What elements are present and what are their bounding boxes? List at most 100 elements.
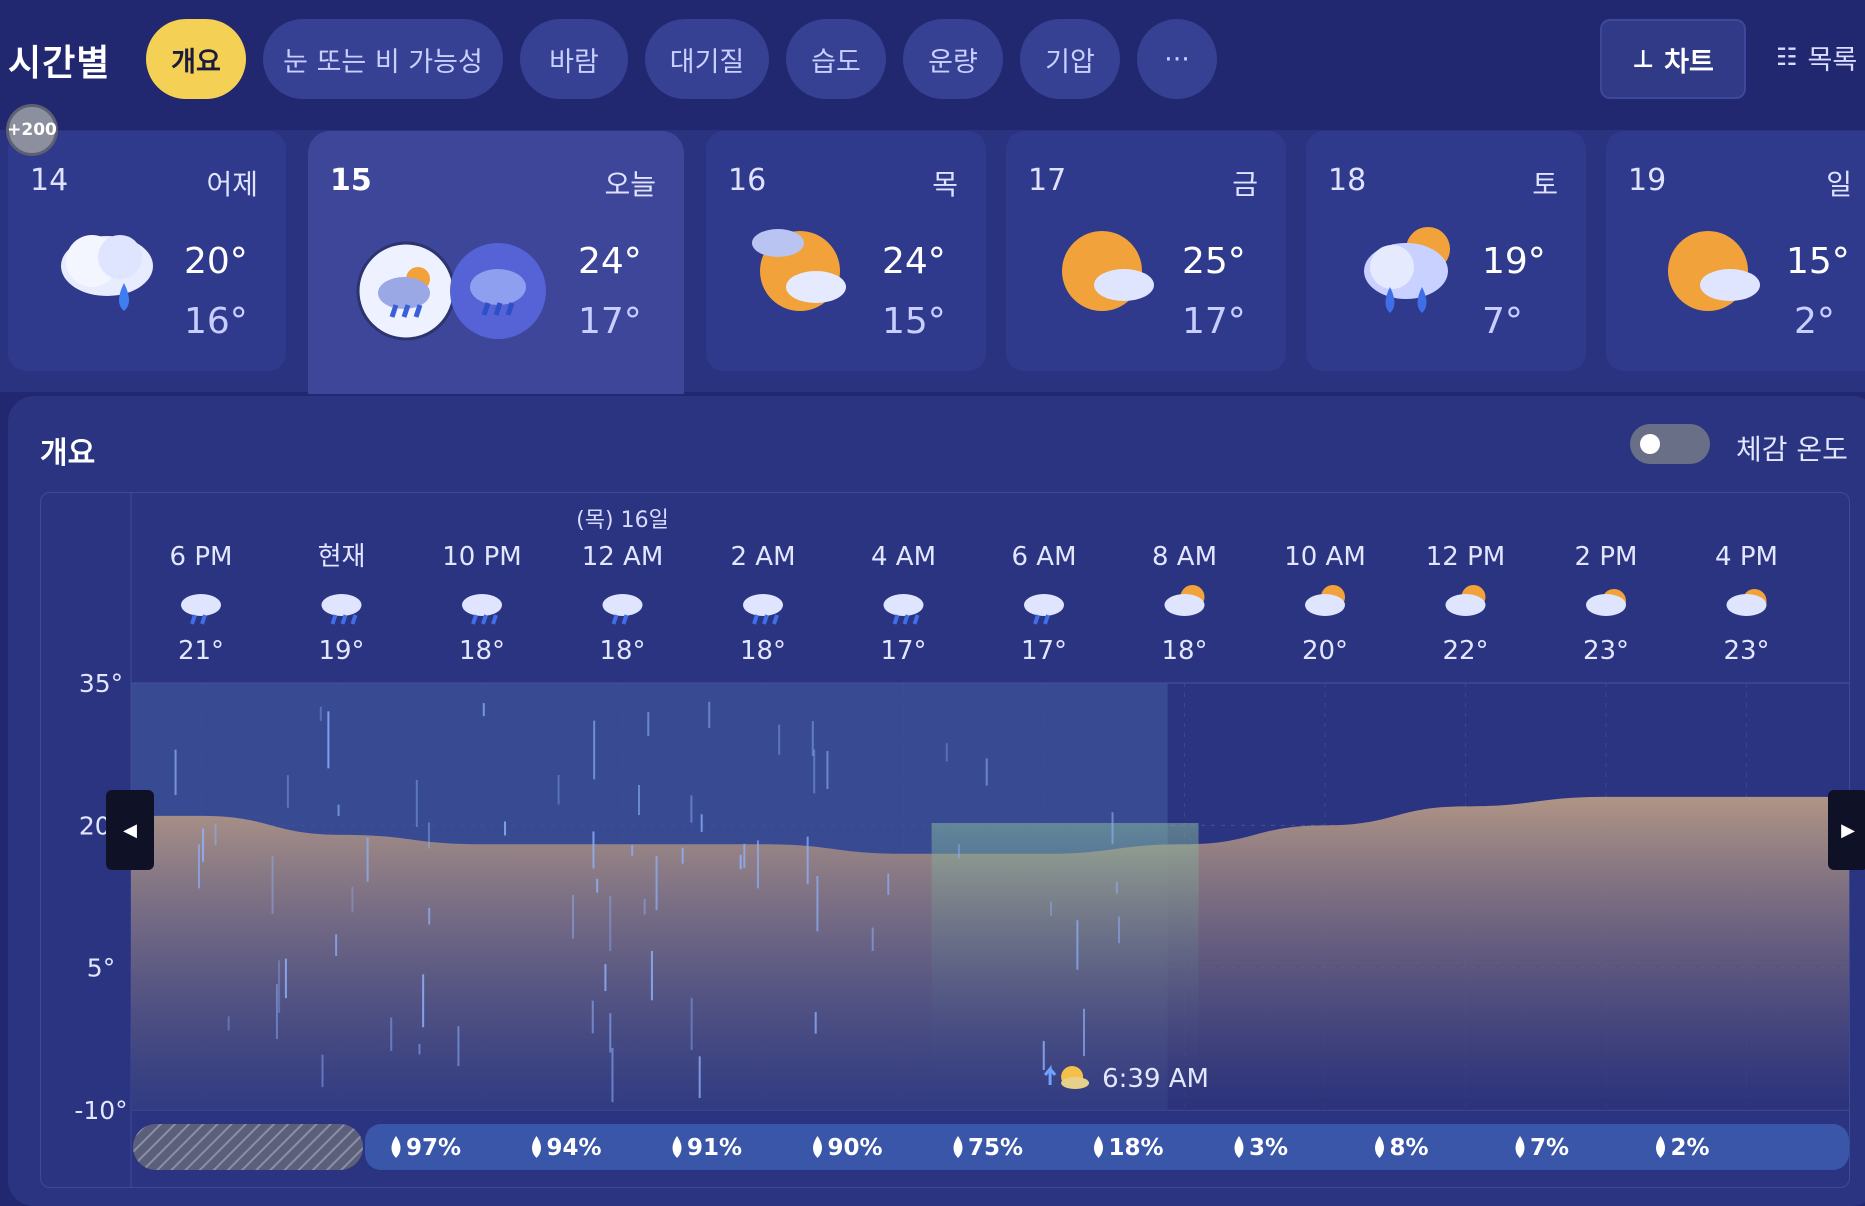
y-tick-label: 5° xyxy=(87,954,115,983)
tab-pressure[interactable]: 기압 xyxy=(1020,19,1120,99)
hour-label: 2 AM xyxy=(730,542,795,572)
hour-label: 10 AM xyxy=(1284,542,1366,572)
hour-label: 6 AM xyxy=(1011,542,1076,572)
partly-sunny-icon xyxy=(1586,589,1626,616)
day-low-temp: 16° xyxy=(184,301,248,342)
partly-sunny-icon xyxy=(1668,231,1760,311)
day-name: 오늘 xyxy=(604,168,656,201)
y-tick-label: -10° xyxy=(74,1096,127,1125)
precipitation-value: 8% xyxy=(1390,1135,1429,1161)
precipitation-value: 97% xyxy=(406,1135,461,1161)
day-card[interactable]: 19 일 15° 2° xyxy=(1606,131,1865,371)
sun-behind-clouds-icon xyxy=(1305,585,1345,616)
precipitation-value: 94% xyxy=(547,1135,602,1161)
top-bar: 시간별 개요 눈 또는 비 가능성 바람 대기질 습도 운량 기압 ··· ⊥ … xyxy=(0,0,1865,130)
hour-label: 6 PM xyxy=(170,542,233,572)
tab-air-quality[interactable]: 대기질 xyxy=(645,19,769,99)
day-high-temp: 20° xyxy=(184,241,248,282)
day-high-temp: 15° xyxy=(1786,241,1850,282)
day-card[interactable]: 17 금 25° 17° xyxy=(1006,131,1286,371)
day-number: 15 xyxy=(330,163,372,198)
cloud-rain-sun-icon xyxy=(1364,227,1450,313)
partly-cloudy-rain-icon xyxy=(356,241,546,341)
y-tick-label: 35° xyxy=(79,669,123,698)
hour-label: 4 PM xyxy=(1715,542,1778,572)
chart-view-button[interactable]: ⊥ 차트 xyxy=(1600,19,1746,99)
precipitation-value: 91% xyxy=(687,1135,742,1161)
location-count-badge[interactable]: +200 xyxy=(6,104,58,156)
partly-sunny-icon xyxy=(1062,231,1154,311)
past-hours-hatch xyxy=(133,1124,363,1170)
chart-icon: ⊥ xyxy=(1632,45,1655,73)
hour-temp: 18° xyxy=(1161,636,1207,666)
hour-temp: 18° xyxy=(599,636,645,666)
hour-label: 2 PM xyxy=(1575,542,1638,572)
tab-cloud-cover[interactable]: 운량 xyxy=(903,19,1003,99)
hour-temp: 23° xyxy=(1583,636,1629,666)
precipitation-value: 7% xyxy=(1530,1135,1569,1161)
tab-more[interactable]: ··· xyxy=(1137,19,1217,99)
partly-sunny-icon xyxy=(1726,589,1767,616)
day-number: 16 xyxy=(728,163,767,198)
day-high-temp: 24° xyxy=(882,241,946,282)
list-view-button[interactable]: ☷ 목록 xyxy=(1776,19,1865,95)
cloud-rain-icon xyxy=(1024,594,1064,625)
hour-temp: 20° xyxy=(1302,636,1348,666)
chevron-left-icon: ◀ xyxy=(123,819,137,841)
scroll-right-button[interactable]: ▶ xyxy=(1828,790,1865,870)
hour-temp: 21° xyxy=(178,636,224,666)
date-marker-label: (목) 16일 xyxy=(576,508,669,533)
day-name: 목 xyxy=(932,168,958,201)
precipitation-value: 90% xyxy=(828,1135,883,1161)
day-number: 18 xyxy=(1328,163,1367,198)
sun-behind-clouds-icon xyxy=(1445,585,1486,616)
hour-label: 10 PM xyxy=(442,542,521,572)
day-card[interactable]: 16 목 24° 15° xyxy=(706,131,986,371)
hour-temp: 17° xyxy=(1021,636,1067,666)
hour-temp: 18° xyxy=(740,636,786,666)
hour-label: 8 AM xyxy=(1152,542,1217,572)
day-high-temp: 19° xyxy=(1482,241,1546,282)
day-low-temp: 2° xyxy=(1794,301,1835,342)
cloud-heavy-rain-icon xyxy=(321,594,362,625)
day-number: 17 xyxy=(1028,163,1067,198)
cloud-rain-icon xyxy=(61,235,153,311)
day-high-temp: 24° xyxy=(578,241,642,282)
hour-label: 현재 xyxy=(318,542,366,572)
view-toggle: ⊥ 차트 ☷ 목록 xyxy=(1600,19,1865,99)
cloud-rain-icon xyxy=(181,594,221,625)
day-card[interactable]: 18 토 19° 7° xyxy=(1306,131,1586,371)
day-name: 금 xyxy=(1232,168,1258,201)
day-card[interactable]: 14 어제 20° 16° xyxy=(8,131,286,371)
cloud-heavy-rain-icon xyxy=(883,594,924,625)
sun-behind-clouds-icon xyxy=(752,229,846,311)
tab-precip-chance[interactable]: 눈 또는 비 가능성 xyxy=(263,19,503,99)
hour-temp: 22° xyxy=(1442,636,1488,666)
day-name: 토 xyxy=(1532,168,1558,201)
tab-wind[interactable]: 바람 xyxy=(520,19,628,99)
day-number: 19 xyxy=(1628,163,1667,198)
chevron-right-icon: ▶ xyxy=(1841,819,1855,841)
feels-like-label: 체감 온도 xyxy=(1736,433,1848,466)
hourly-chart-svg: 35° 20° 5° -10° (목) 16일 6 PM 21° 현재 19° 10 PM 18° 1… xyxy=(74,493,1849,1187)
precipitation-value: 3% xyxy=(1249,1135,1288,1161)
day-high-temp: 25° xyxy=(1182,241,1246,282)
day-name: 어제 xyxy=(206,168,258,201)
hour-temp: 23° xyxy=(1723,636,1769,666)
hour-temp: 17° xyxy=(880,636,926,666)
chart-view-label: 차트 xyxy=(1664,46,1714,78)
precipitation-value: 2% xyxy=(1671,1135,1710,1161)
feels-like-toggle[interactable] xyxy=(1630,424,1710,464)
day-low-temp: 7° xyxy=(1482,301,1523,342)
scroll-left-button[interactable]: ◀ xyxy=(106,790,154,870)
tab-overview[interactable]: 개요 xyxy=(146,19,246,99)
hour-label: 12 PM xyxy=(1426,542,1505,572)
hour-label: 12 AM xyxy=(582,542,664,572)
day-card-today[interactable]: 15 오늘 24° 17° xyxy=(308,131,684,394)
precipitation-value: 75% xyxy=(968,1135,1023,1161)
cloud-heavy-rain-icon xyxy=(462,594,502,625)
tab-humidity[interactable]: 습도 xyxy=(786,19,886,99)
day-low-temp: 17° xyxy=(1182,301,1246,342)
list-view-label: 목록 xyxy=(1807,44,1858,76)
panel-title: 개요 xyxy=(40,436,96,471)
